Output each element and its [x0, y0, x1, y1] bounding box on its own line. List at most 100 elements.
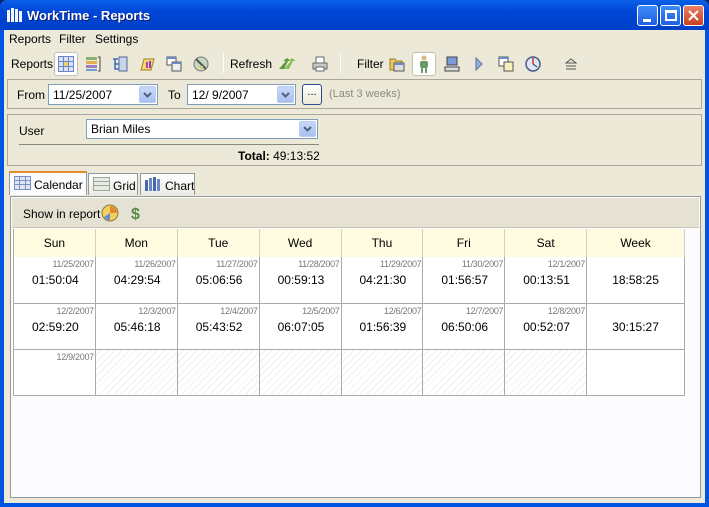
- day-cell[interactable]: 11/25/2007 01:50:04: [13, 257, 96, 304]
- day-cell[interactable]: 12/6/2007 01:56:39: [341, 303, 424, 350]
- header-fri: Fri: [422, 229, 506, 257]
- header-mon: Mon: [95, 229, 178, 257]
- filter-time-button[interactable]: [521, 52, 545, 76]
- header-thu: Thu: [341, 229, 424, 257]
- week-total-cell: 18:58:25: [586, 257, 685, 304]
- calendar-report-button[interactable]: [54, 52, 78, 76]
- header-wed: Wed: [259, 229, 342, 257]
- client-area: Reports Filter Settings Reports Refresh …: [4, 30, 705, 503]
- tab-chart[interactable]: Chart: [140, 173, 195, 195]
- menu-settings[interactable]: Settings: [95, 32, 138, 46]
- day-cell[interactable]: 12/3/2007 05:46:18: [95, 303, 178, 350]
- chevron-down-icon: [143, 91, 152, 98]
- to-date-picker[interactable]: 12/ 9/2007: [187, 84, 296, 105]
- filter-user-button[interactable]: [412, 52, 436, 76]
- grid-tab-icon: [93, 177, 110, 191]
- total-display: Total: 49:13:52: [238, 149, 320, 163]
- tab-calendar[interactable]: Calendar: [9, 171, 87, 195]
- title-bar[interactable]: WorkTime - Reports: [0, 0, 709, 30]
- to-date-dropdown-button[interactable]: [277, 86, 294, 103]
- filter-expand-button[interactable]: [467, 52, 491, 76]
- date-range-more-button[interactable]: ...: [302, 84, 322, 105]
- day-cell[interactable]: 12/2/2007 02:59:20: [13, 303, 96, 350]
- close-icon: [688, 10, 699, 21]
- header-sat: Sat: [504, 229, 588, 257]
- day-cell[interactable]: 11/28/2007 00:59:13: [259, 257, 342, 304]
- filter-collapse-button[interactable]: [559, 52, 583, 76]
- refresh-label[interactable]: Refresh: [230, 57, 272, 71]
- eject-icon: [565, 58, 577, 70]
- filter-application-button[interactable]: [385, 52, 409, 76]
- printer-icon: [312, 56, 328, 72]
- windows-report-button[interactable]: [162, 52, 186, 76]
- grid-report-button[interactable]: [81, 52, 105, 76]
- day-cell[interactable]: 11/26/2007 04:29:54: [95, 257, 178, 304]
- day-cell[interactable]: 12/9/2007: [13, 349, 96, 396]
- menu-filter[interactable]: Filter: [59, 32, 86, 46]
- user-dropdown-button[interactable]: [299, 121, 316, 137]
- tab-grid[interactable]: Grid: [88, 173, 138, 195]
- svg-text:$: $: [131, 206, 140, 222]
- show-in-report-label: Show in report: [23, 207, 101, 221]
- from-date-dropdown-button[interactable]: [139, 86, 156, 103]
- filter-label: Filter: [357, 57, 384, 71]
- tree-report-button[interactable]: [108, 52, 132, 76]
- computer-icon: [444, 56, 460, 72]
- minimize-button[interactable]: [637, 5, 658, 26]
- from-date-picker[interactable]: 11/25/2007: [48, 84, 158, 105]
- user-filter-panel: User Brian Miles Total: 49:13:52: [7, 114, 702, 166]
- day-cell[interactable]: 12/1/2007 00:13:51: [504, 257, 588, 304]
- folder-window-icon: [389, 58, 405, 72]
- close-button[interactable]: [683, 5, 704, 26]
- refresh-arrows-icon: [279, 58, 296, 69]
- day-cell[interactable]: 11/30/2007 01:56:57: [422, 257, 506, 304]
- calendar-tab-icon: [14, 176, 31, 190]
- app-logo-icon: [7, 8, 22, 22]
- play-icon: [475, 57, 483, 71]
- day-cell[interactable]: 11/27/2007 05:06:56: [177, 257, 260, 304]
- day-cell-outside-range: [422, 349, 506, 396]
- calendar-report-icon: [58, 56, 74, 72]
- globe-report-button[interactable]: [189, 52, 213, 76]
- show-cost-toggle[interactable]: $: [129, 204, 145, 223]
- day-cell[interactable]: 12/8/2007 00:52:07: [504, 303, 588, 350]
- day-cell[interactable]: 12/5/2007 06:07:05: [259, 303, 342, 350]
- app-window: WorkTime - Reports Reports Filter Settin…: [0, 0, 709, 507]
- chart-report-button[interactable]: [135, 52, 159, 76]
- chart-report-icon: [140, 58, 155, 71]
- day-cell[interactable]: 12/4/2007 05:43:52: [177, 303, 260, 350]
- day-cell[interactable]: 12/7/2007 06:50:06: [422, 303, 506, 350]
- grid-report-icon: [86, 56, 101, 72]
- filter-documents-button[interactable]: [494, 52, 518, 76]
- user-select[interactable]: Brian Miles: [86, 119, 318, 139]
- day-cell-outside-range: [177, 349, 260, 396]
- calendar-tab-panel: Show in report $ Sun Mon Tue Wed Thu Fri…: [10, 196, 701, 498]
- refresh-button[interactable]: [275, 52, 299, 76]
- clock-icon: [525, 56, 541, 72]
- show-time-toggle[interactable]: [101, 204, 119, 222]
- globe-report-icon: [193, 56, 209, 72]
- week-row: 12/9/2007: [13, 349, 685, 396]
- maximize-button[interactable]: [660, 5, 681, 26]
- total-value: 49:13:52: [273, 149, 320, 163]
- reports-label: Reports: [11, 57, 54, 71]
- week-row: 11/25/2007 01:50:04 11/26/2007 04:29:54 11…: [13, 257, 685, 304]
- to-label: To: [168, 88, 181, 102]
- header-week: Week: [586, 229, 685, 257]
- filter-computer-button[interactable]: [440, 52, 464, 76]
- header-sun: Sun: [13, 229, 96, 257]
- tree-report-icon: [113, 56, 128, 72]
- menu-reports[interactable]: Reports: [9, 32, 51, 46]
- toolbar-separator: [340, 53, 341, 73]
- range-hint: (Last 3 weeks): [329, 88, 401, 100]
- day-cell-outside-range: [504, 349, 588, 396]
- chevron-down-icon: [303, 126, 312, 132]
- window-title: WorkTime - Reports: [27, 8, 151, 23]
- calendar-grid: Sun Mon Tue Wed Thu Fri Sat Week 11/25/2…: [13, 229, 685, 396]
- chart-tab-icon: [145, 177, 160, 191]
- menu-bar: Reports Filter Settings: [4, 30, 705, 48]
- day-cell[interactable]: 11/29/2007 04:21:30: [341, 257, 424, 304]
- print-button[interactable]: [308, 52, 332, 76]
- from-label: From: [17, 88, 45, 102]
- day-cell-outside-range: [341, 349, 424, 396]
